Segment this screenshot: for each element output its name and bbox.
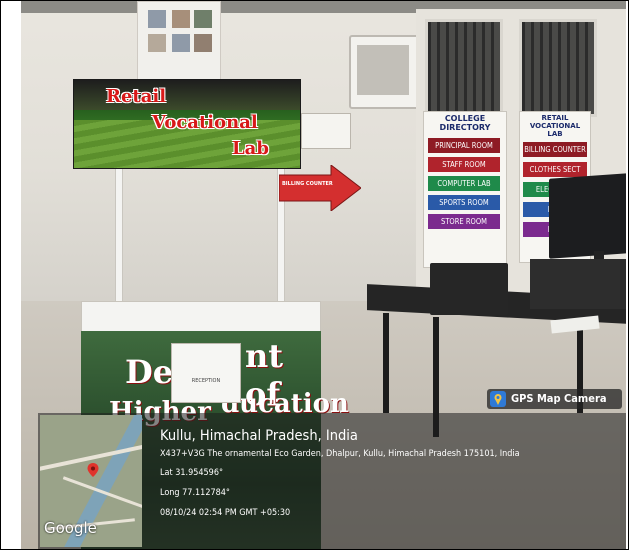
college-directory-title: COLLEGE DIRECTORY <box>439 114 491 132</box>
cpu-box <box>530 259 626 309</box>
computer-monitor <box>549 173 626 259</box>
photo-scene: COLLEGE DIRECTORY PRINCIPAL ROOM STAFF R… <box>21 1 626 549</box>
directory-row: PRINCIPAL ROOM <box>428 138 500 153</box>
billing-counter-arrow: BILLING COUNTER <box>278 163 362 213</box>
directory-row: BILLING COUNTER <box>523 142 587 157</box>
google-logo: Google <box>44 519 97 537</box>
window-grill-left <box>425 19 503 117</box>
map-pin-icon <box>85 462 101 478</box>
banner-line-1: Retail <box>106 86 167 107</box>
window-grill-right <box>519 19 597 117</box>
location-title: Kullu, Himachal Pradesh, India <box>160 428 358 444</box>
table-leg <box>383 313 389 413</box>
lab-directory-title: RETAIL VOCATIONAL LAB <box>529 114 581 138</box>
directory-row: CLOTHES SECT <box>523 162 587 177</box>
location-map-thumbnail: Google <box>40 415 142 547</box>
longitude-text: Long 77.112784° <box>160 488 230 498</box>
photo-frame: COLLEGE DIRECTORY PRINCIPAL ROOM STAFF R… <box>0 0 629 550</box>
timestamp-text: 08/10/24 02:54 PM GMT +05:30 <box>160 508 291 518</box>
directory-row: STORE ROOM <box>428 214 500 229</box>
first-aid-cabinet <box>349 35 419 109</box>
reception-paper: RECEPTION <box>171 343 241 403</box>
wall-poster <box>137 1 221 81</box>
map-pin-app-icon <box>490 391 506 407</box>
directory-row: SPORTS ROOM <box>428 195 500 210</box>
cpu-box <box>430 263 508 315</box>
directory-row: STAFF ROOM <box>428 157 500 172</box>
location-address: X437+V3G The ornamental Eco Garden, Dhal… <box>160 449 520 459</box>
switch-board <box>301 113 351 149</box>
latitude-text: Lat 31.954596° <box>160 468 224 478</box>
retail-vocational-lab-banner: Retail Vocational Lab <box>73 79 301 169</box>
kiosk-pole-left <box>115 166 123 313</box>
banner-line-2: Vocational <box>152 112 258 133</box>
college-directory-board: COLLEGE DIRECTORY PRINCIPAL ROOM STAFF R… <box>423 111 507 268</box>
gps-map-camera-badge: GPS Map Camera <box>487 389 622 409</box>
directory-row: COMPUTER LAB <box>428 176 500 191</box>
banner-line-3: Lab <box>232 138 269 159</box>
